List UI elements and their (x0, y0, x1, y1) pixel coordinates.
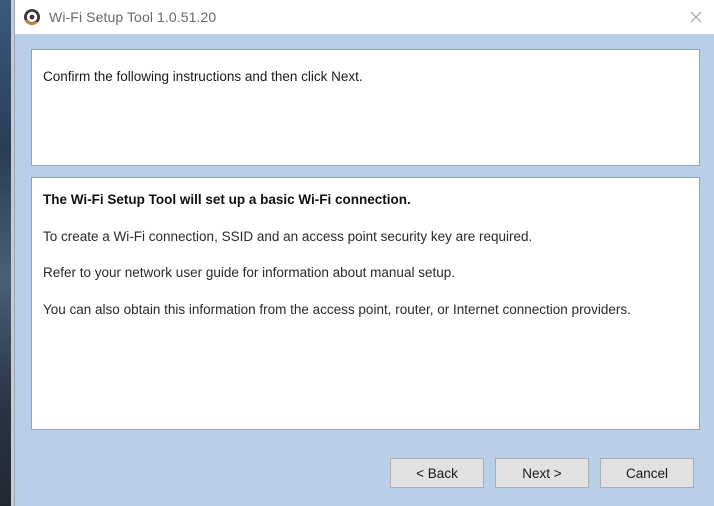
instruction-panel: Confirm the following instructions and t… (31, 49, 700, 166)
next-button[interactable]: Next > (495, 458, 589, 488)
info-paragraph-manual-setup: Refer to your network user guide for inf… (43, 265, 455, 280)
close-button[interactable] (684, 5, 708, 29)
desktop-background-strip (0, 0, 14, 506)
setup-dialog-window: Wi-Fi Setup Tool 1.0.51.20 Confirm the f… (14, 0, 714, 506)
info-panel: The Wi-Fi Setup Tool will set up a basic… (31, 177, 700, 430)
wifi-setup-app-icon (24, 9, 40, 25)
dialog-client-area: Confirm the following instructions and t… (15, 34, 714, 506)
cancel-button[interactable]: Cancel (600, 458, 694, 488)
instruction-text: Confirm the following instructions and t… (43, 69, 363, 84)
window-title: Wi-Fi Setup Tool 1.0.51.20 (49, 9, 217, 25)
title-bar[interactable]: Wi-Fi Setup Tool 1.0.51.20 (15, 0, 714, 34)
info-heading: The Wi-Fi Setup Tool will set up a basic… (43, 192, 411, 207)
close-icon (690, 11, 702, 23)
back-button[interactable]: < Back (390, 458, 484, 488)
info-paragraph-ssid: To create a Wi-Fi connection, SSID and a… (43, 229, 533, 244)
info-paragraph-providers: You can also obtain this information fro… (43, 302, 631, 317)
